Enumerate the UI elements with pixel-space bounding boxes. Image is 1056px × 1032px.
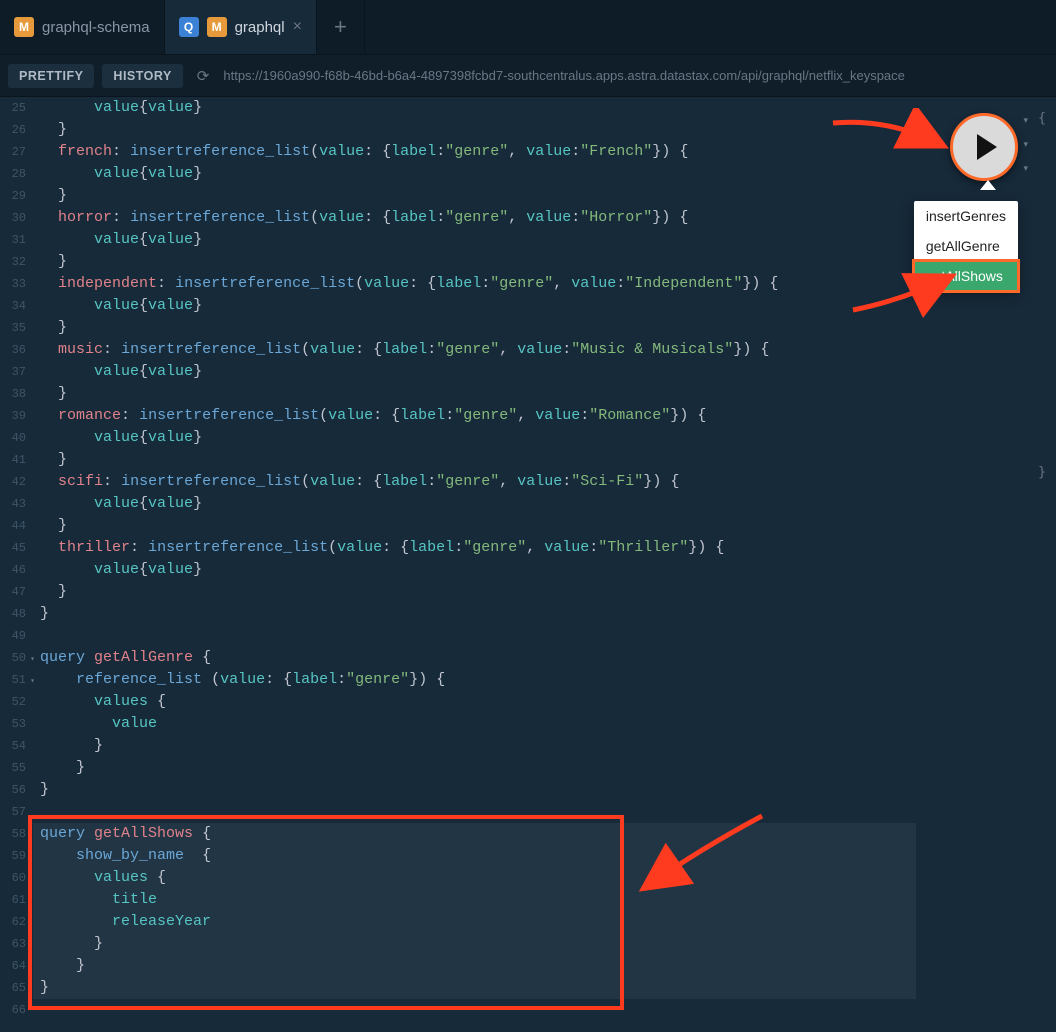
new-tab-button[interactable]: + [317,0,365,54]
endpoint-url: https://1960a990-f68b-46bd-b6a4-4897398f… [223,68,1048,83]
history-button[interactable]: HISTORY [102,64,182,88]
dropdown-caret-icon [980,180,996,190]
caret-icon: ▾ [1023,163,1028,174]
mutation-badge-icon: M [207,17,227,37]
caret-icon: ▾ [1023,115,1028,126]
line-gutter: 2526272829303132333435363738394041424344… [0,97,34,1032]
mutation-badge-icon: M [14,17,34,37]
reload-icon[interactable]: ⟳ [197,67,210,85]
prettify-button[interactable]: PRETTIFY [8,64,94,88]
tab-bar: M graphql-schema Q M graphql × + [0,0,1056,55]
operation-item-getallgenre[interactable]: getAllGenre [914,231,1018,261]
toolbar: PRETTIFY HISTORY ⟳ https://1960a990-f68b… [0,55,1056,97]
operation-item-insertgenres[interactable]: insertGenres [914,201,1018,231]
operation-menu: insertGenres getAllGenre getAllShows [914,201,1018,291]
tab-label: graphql [235,19,285,36]
tab-graphql[interactable]: Q M graphql × [165,0,317,54]
caret-icon: ▾ [1023,139,1028,150]
main-area: 2526272829303132333435363738394041424344… [0,97,1056,1032]
close-icon[interactable]: × [293,18,302,36]
tab-graphql-schema[interactable]: M graphql-schema [0,0,165,54]
result-close-brace: } [1038,465,1046,480]
tab-label: graphql-schema [42,19,150,36]
result-open-brace: { [1038,111,1046,126]
execute-area: insertGenres getAllGenre getAllShows [950,113,1018,181]
execute-button[interactable] [950,113,1018,181]
operation-item-getallshows[interactable]: getAllShows [914,261,1018,291]
code-area[interactable]: value{value} } french: insertreference_l… [34,97,1016,1032]
query-editor[interactable]: 2526272829303132333435363738394041424344… [0,97,1016,1032]
query-badge-icon: Q [179,17,199,37]
result-pane: { } [1016,97,1056,1032]
